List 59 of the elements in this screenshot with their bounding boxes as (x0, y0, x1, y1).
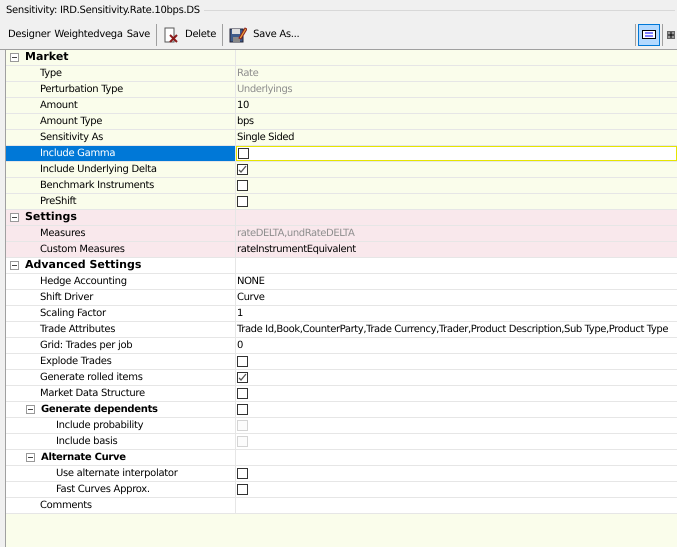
collapse-icon[interactable] (10, 53, 19, 62)
collapse-icon[interactable] (26, 405, 35, 414)
toolbar-button[interactable]: Designer (6, 24, 52, 46)
property-label[interactable]: Include Gamma (40, 146, 116, 161)
property-label[interactable]: Alternate Curve (41, 450, 126, 465)
property-label[interactable]: Grid: Trades per job (40, 338, 132, 353)
category-header: Market (25, 50, 69, 66)
list-icon (642, 30, 656, 39)
checkbox[interactable] (237, 468, 248, 479)
property-label[interactable]: Explode Trades (40, 354, 112, 369)
collapse-icon[interactable] (26, 453, 35, 462)
property-label[interactable]: Hedge Accounting (40, 274, 127, 289)
property-value[interactable]: 1 (237, 306, 243, 321)
property-value[interactable]: Single Sided (237, 130, 294, 145)
checkbox[interactable] (237, 372, 248, 383)
category-header: Settings (25, 209, 77, 226)
checkbox[interactable] (237, 484, 248, 495)
property-label[interactable]: Scaling Factor (40, 306, 106, 321)
toolbar-button[interactable]: Save (124, 24, 152, 46)
property-label[interactable]: Shift Driver (40, 290, 94, 305)
group-title: Sensitivity: IRD.Sensitivity.Rate.10bps.DS (6, 4, 200, 18)
property-label[interactable]: Include Underlying Delta (40, 162, 157, 177)
collapse-icon[interactable] (10, 261, 19, 270)
delete-button[interactable]: Delete (161, 24, 218, 46)
property-value[interactable]: bps (237, 114, 254, 129)
checkbox[interactable] (237, 356, 248, 367)
property-label[interactable]: Custom Measures (40, 242, 125, 257)
property-label[interactable]: Trade Attributes (40, 322, 116, 337)
checkbox[interactable] (237, 164, 248, 175)
property-value[interactable]: 0 (237, 338, 243, 353)
property-value[interactable]: Trade Id,Book,CounterParty,Trade Currency,Trader,Product Description,Sub Type,Product Type (237, 322, 668, 337)
property-value[interactable]: Curve (237, 290, 265, 305)
checkbox[interactable] (237, 196, 248, 207)
property-label[interactable]: Generate dependents (41, 402, 158, 417)
property-value[interactable]: NONE (237, 274, 265, 289)
property-label[interactable]: Fast Curves Approx. (56, 482, 150, 497)
property-label[interactable]: Sensitivity As (40, 130, 104, 145)
property-label[interactable]: Generate rolled items (40, 370, 143, 385)
save-as-button[interactable]: Save As... (227, 24, 302, 46)
toolbar-button[interactable]: Weightedvega (52, 24, 125, 46)
property-label[interactable]: Amount Type (40, 114, 102, 129)
category-header: Advanced Settings (25, 257, 142, 274)
checkbox[interactable] (238, 148, 249, 159)
checkbox[interactable] (237, 180, 248, 191)
property-label[interactable]: Market Data Structure (40, 386, 145, 401)
checkbox[interactable] (237, 388, 248, 399)
view-toggle-button[interactable] (638, 24, 660, 46)
expand-icon[interactable] (667, 30, 675, 38)
property-label[interactable]: Benchmark Instruments (40, 178, 154, 193)
property-label[interactable]: Use alternate interpolator (56, 466, 178, 481)
property-label[interactable]: PreShift (40, 194, 76, 209)
floppy-pencil-icon (229, 26, 248, 44)
property-label[interactable]: Comments (40, 498, 92, 513)
property-value[interactable]: 10 (237, 98, 249, 113)
document-cross-icon (163, 26, 180, 42)
checkbox[interactable] (237, 404, 248, 415)
collapse-icon[interactable] (10, 213, 19, 222)
property-value[interactable]: rateInstrumentEquivalent (237, 242, 356, 257)
property-label[interactable]: Amount (40, 98, 78, 113)
